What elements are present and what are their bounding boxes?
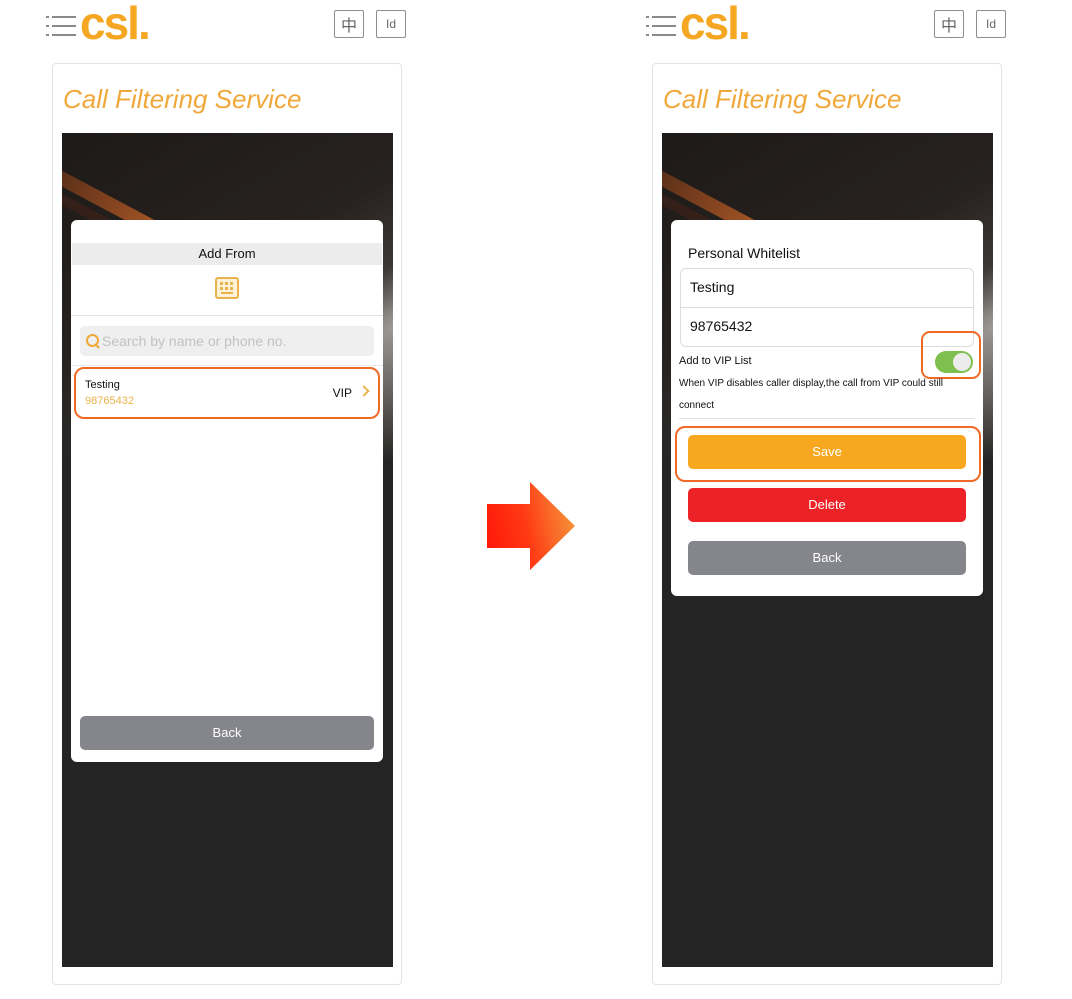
language-chinese-button[interactable]: 中: [934, 10, 964, 38]
language-chinese-button[interactable]: 中: [334, 10, 364, 38]
divider: [71, 315, 383, 316]
divider: [679, 418, 975, 419]
csl-logo[interactable]: csl.: [680, 0, 751, 50]
vip-badge: VIP: [332, 386, 352, 400]
personal-whitelist-modal: Personal Whitelist Testing 98765432 Add …: [671, 220, 983, 596]
content-card: Call Filtering Service Personal Whitelis…: [652, 63, 1002, 985]
right-arrow-icon: [487, 482, 575, 570]
search-icon: [86, 334, 100, 348]
vip-note: When VIP disables caller display,the cal…: [679, 378, 944, 411]
app-screen: Add From Testing 98765432 VIP: [62, 133, 393, 967]
contact-list-item[interactable]: Testing 98765432 VIP: [74, 367, 380, 419]
search-bar[interactable]: [80, 326, 374, 356]
page-title: Call Filtering Service: [63, 84, 302, 114]
hamburger-menu-icon[interactable]: [646, 14, 676, 38]
search-input[interactable]: [102, 333, 362, 349]
app-screen: Personal Whitelist Testing 98765432 Add …: [662, 133, 993, 967]
language-indonesian-button[interactable]: Id: [976, 10, 1006, 38]
csl-logo[interactable]: csl.: [80, 0, 151, 50]
hamburger-menu-icon[interactable]: [46, 14, 76, 38]
vip-toggle[interactable]: [935, 351, 973, 373]
keypad-icon[interactable]: [215, 277, 239, 299]
save-button[interactable]: Save: [688, 435, 966, 469]
language-indonesian-button[interactable]: Id: [376, 10, 406, 38]
back-button[interactable]: Back: [688, 541, 966, 575]
delete-button[interactable]: Delete: [688, 488, 966, 522]
content-card: Call Filtering Service Add From Testing: [52, 63, 402, 985]
chevron-right-icon: [358, 385, 370, 397]
vip-list-label: Add to VIP List: [679, 355, 752, 367]
contact-name: Testing: [85, 379, 120, 391]
right-phone-screen: csl. 中 Id Call Filtering Service Persona…: [644, 0, 1024, 999]
add-from-modal: Add From Testing 98765432 VIP: [71, 220, 383, 762]
divider: [71, 365, 383, 366]
modal-title: Add From: [72, 243, 382, 265]
back-button[interactable]: Back: [80, 716, 374, 750]
section-title: Personal Whitelist: [688, 245, 801, 261]
contact-number: 98765432: [85, 395, 134, 407]
left-phone-screen: csl. 中 Id Call Filtering Service Add Fro…: [44, 0, 424, 999]
page-title: Call Filtering Service: [663, 84, 902, 114]
name-field[interactable]: Testing: [681, 269, 973, 308]
